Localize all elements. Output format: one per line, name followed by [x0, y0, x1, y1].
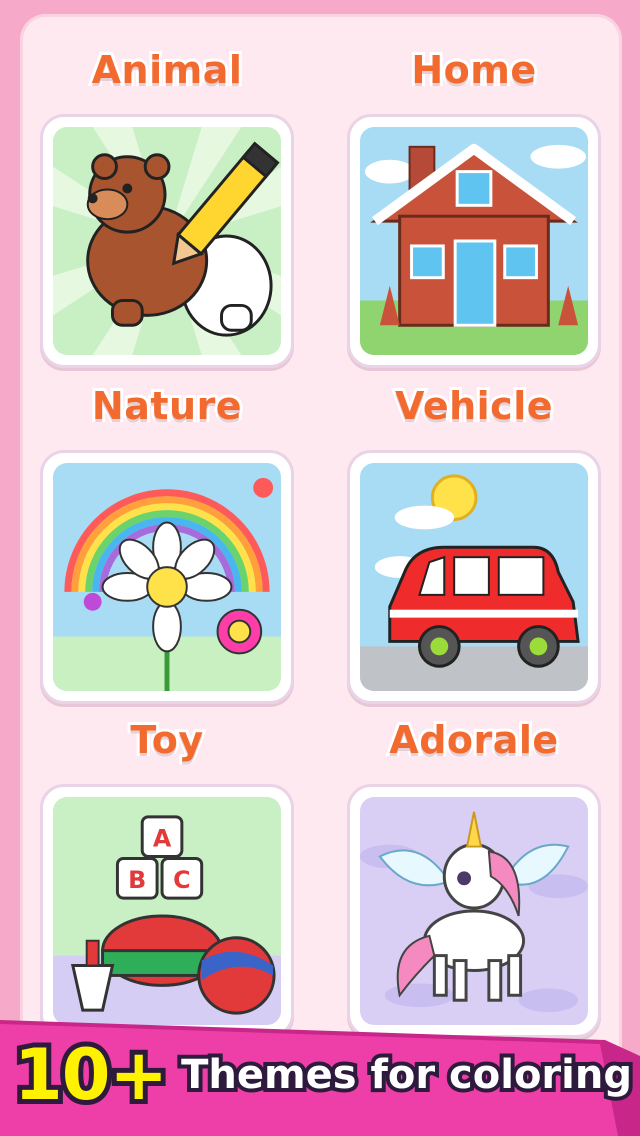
car-coloring-image	[360, 463, 588, 691]
category-title: Adorale	[386, 715, 561, 765]
flower-coloring-image	[53, 463, 281, 691]
category-card-vehicle[interactable]	[347, 450, 601, 704]
house-coloring-image	[360, 127, 588, 355]
category-title: Home	[408, 45, 539, 95]
category-title: Animal	[89, 45, 245, 95]
toy-coloring-image: A B C	[53, 797, 281, 1025]
promo-text: 10+ Themes for coloring	[9, 1029, 636, 1121]
category-card-animal[interactable]	[40, 114, 294, 368]
svg-text:C: C	[173, 866, 190, 894]
category-title: Toy	[127, 715, 206, 765]
bear-coloring-image	[53, 127, 281, 355]
category-adorale[interactable]: Adorale	[344, 712, 604, 1038]
category-vehicle[interactable]: Vehicle	[344, 378, 604, 704]
category-card-home[interactable]	[347, 114, 601, 368]
theme-count: 10+	[9, 1029, 173, 1121]
category-title: Vehicle	[392, 381, 556, 431]
category-nature[interactable]: Nature	[37, 378, 297, 704]
promo-tagline: Themes for coloring	[177, 1048, 636, 1102]
svg-text:B: B	[128, 866, 146, 894]
category-card-nature[interactable]	[40, 450, 294, 704]
svg-text:A: A	[153, 825, 172, 853]
category-home[interactable]: Home	[344, 42, 604, 368]
category-toy[interactable]: Toy A B C	[37, 712, 297, 1038]
category-title: Nature	[89, 381, 245, 431]
unicorn-coloring-image	[360, 797, 588, 1025]
category-animal[interactable]: Animal	[37, 42, 297, 368]
